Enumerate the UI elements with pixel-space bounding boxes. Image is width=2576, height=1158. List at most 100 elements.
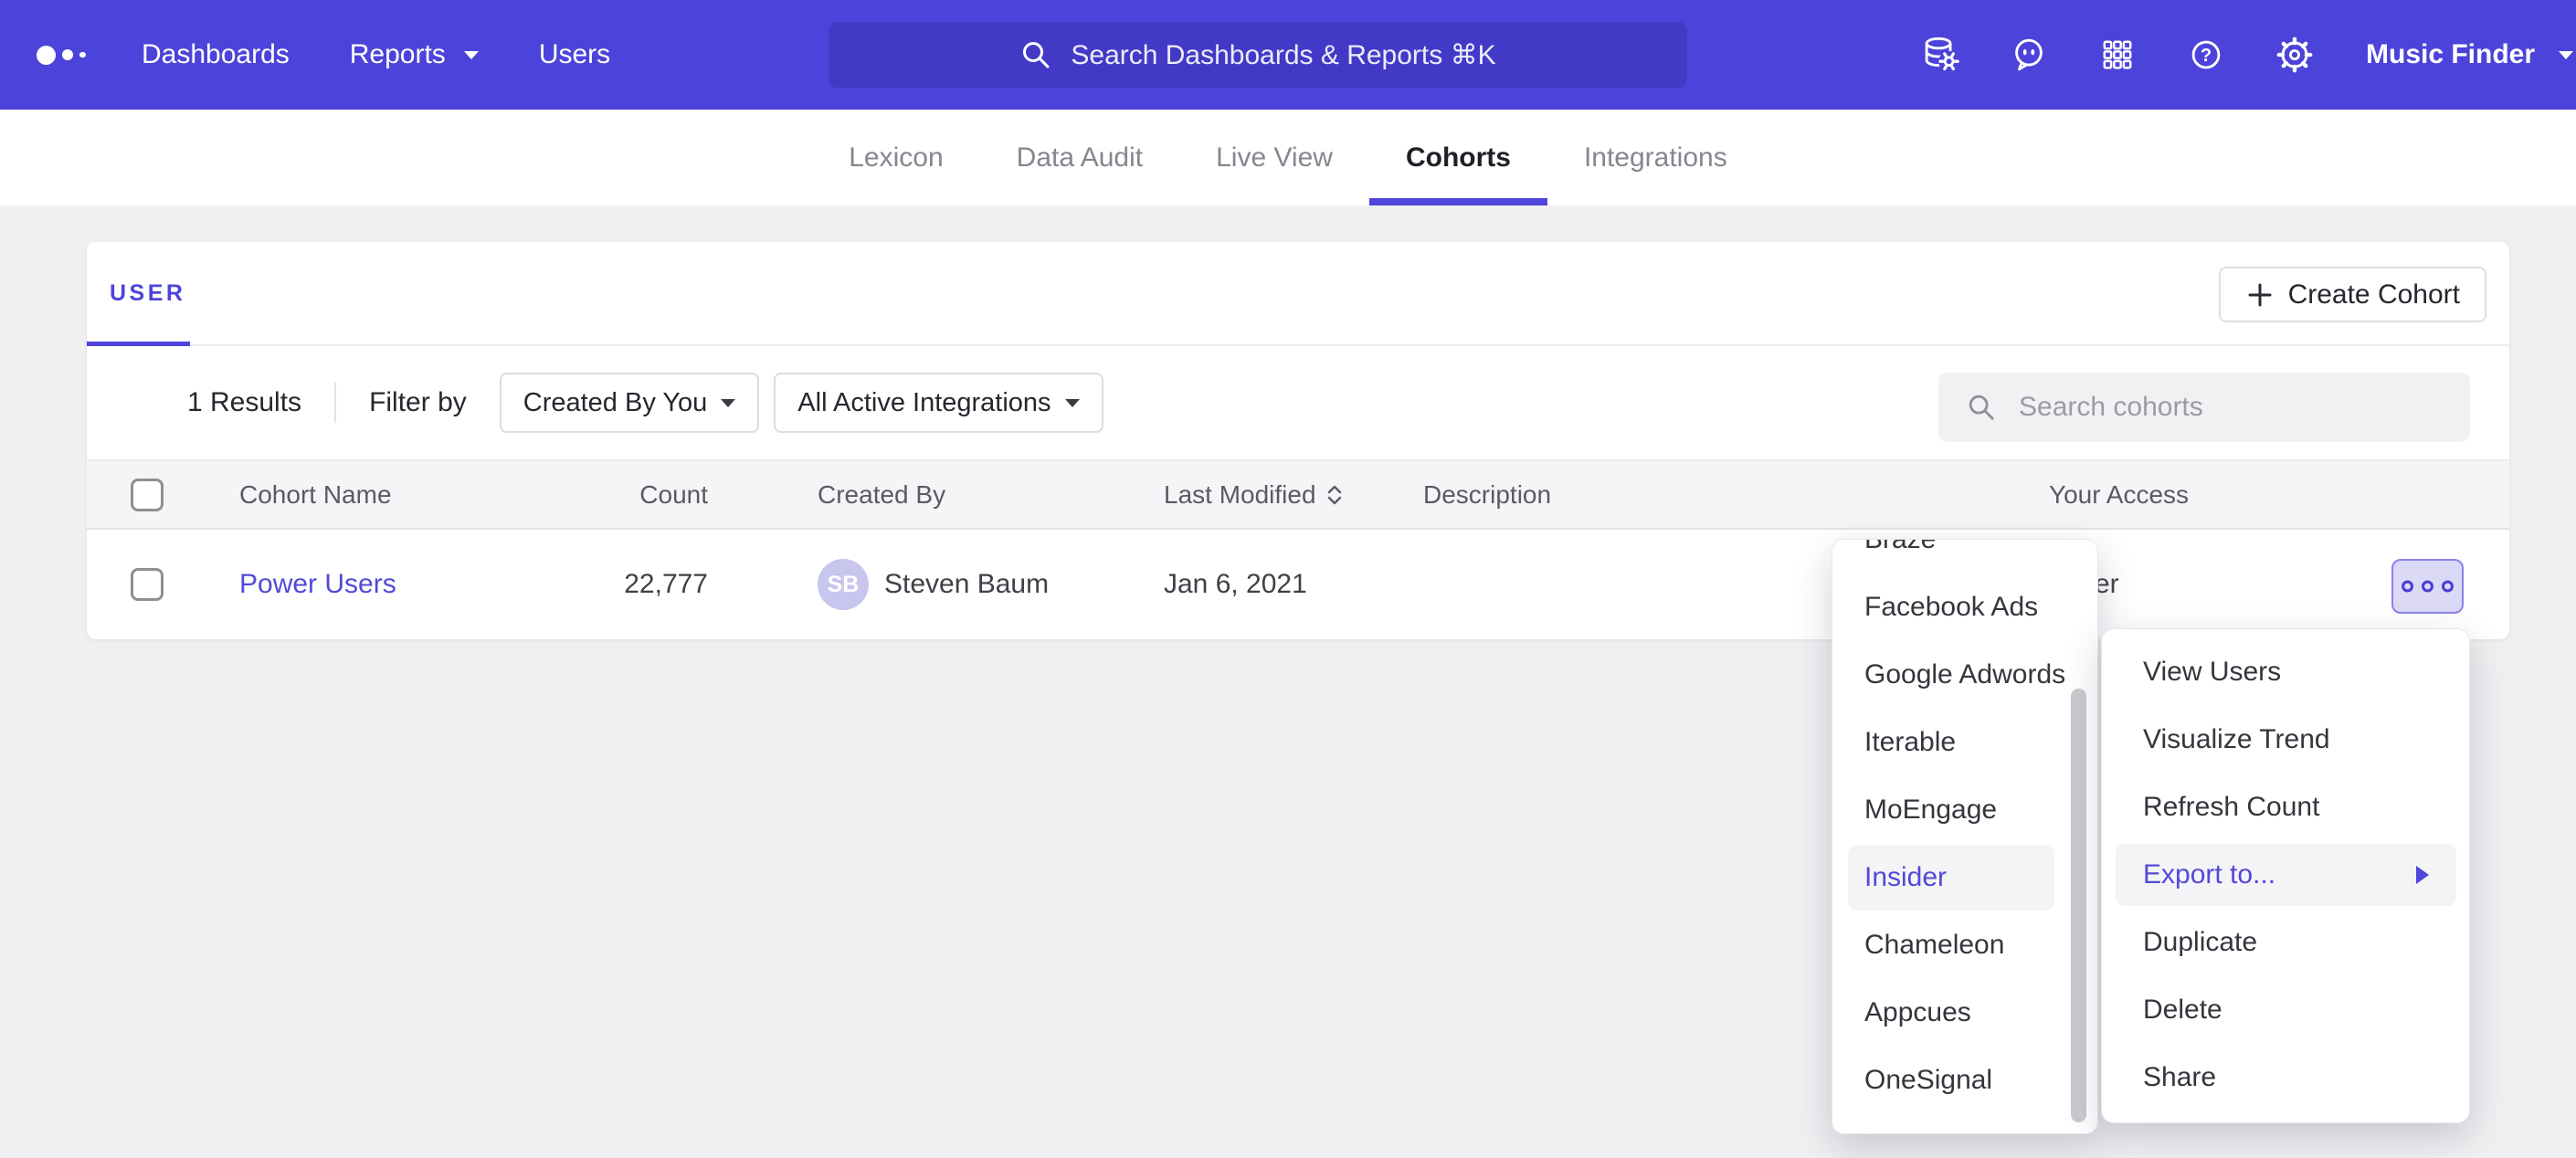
submenu-item-onesignal[interactable]: OneSignal	[1832, 1047, 2097, 1114]
tab-cohorts-label: Cohorts	[1406, 142, 1511, 174]
creator-name: Steven Baum	[884, 569, 1049, 600]
table-row: Power Users 22,777 SB Steven Baum Jan 6,…	[87, 530, 2509, 639]
created-by-filter-label: Created By You	[523, 388, 708, 418]
help-button[interactable]: ?	[2184, 33, 2228, 77]
project-switcher[interactable]: Music Finder	[2366, 0, 2573, 110]
apps-button[interactable]	[2096, 33, 2139, 77]
database-gear-icon	[1919, 34, 1961, 76]
nav-reports[interactable]: Reports	[350, 39, 479, 70]
submenu-item-iterable[interactable]: Iterable	[1832, 709, 2097, 776]
last-modified-cell: Jan 6, 2021	[1164, 530, 1307, 639]
global-search-input[interactable]: Search Dashboards & Reports ⌘K	[829, 22, 1687, 88]
tab-lexicon[interactable]: Lexicon	[812, 110, 979, 205]
nav-dashboards[interactable]: Dashboards	[142, 39, 290, 70]
table-header: Cohort Name Count Created By Last Modifi…	[87, 461, 2509, 530]
tab-user-cohorts[interactable]: USER	[87, 242, 185, 344]
menu-item-export-to[interactable]: Export to...	[2102, 841, 2469, 909]
column-last-modified-label: Last Modified	[1164, 480, 1316, 510]
tab-user-label: USER	[110, 280, 185, 307]
logo-dot-large	[37, 46, 56, 65]
top-navbar: Dashboards Reports Users Search Dashboar…	[0, 0, 2576, 110]
filter-toolbar: 1 Results Filter by Created By You All A…	[87, 346, 2509, 461]
tab-integrations[interactable]: Integrations	[1547, 110, 1764, 205]
primary-nav: Dashboards Reports Users	[142, 0, 610, 110]
nav-reports-label: Reports	[350, 39, 446, 70]
submenu-item-chameleon[interactable]: Chameleon	[1832, 911, 2097, 979]
logo-dot-small	[79, 52, 86, 58]
avatar: SB	[818, 559, 869, 610]
app-window: Dashboards Reports Users Search Dashboar…	[0, 0, 2576, 1158]
menu-item-view-users[interactable]: View Users	[2102, 638, 2469, 706]
export-destinations-menu: Braze Facebook Ads Google Adwords Iterab…	[1832, 539, 2098, 1134]
cohort-type-header: USER Create Cohort	[87, 242, 2509, 346]
menu-item-export-to-label: Export to...	[2143, 859, 2275, 890]
nav-users[interactable]: Users	[539, 39, 610, 70]
navbar-icon-group: ?	[1918, 0, 2317, 110]
chevron-down-icon	[721, 399, 735, 407]
plus-icon	[2245, 280, 2275, 310]
submenu-item-braze[interactable]: Braze	[1832, 539, 2097, 574]
column-description[interactable]: Description	[1423, 461, 1551, 528]
column-created-by[interactable]: Created By	[818, 461, 945, 528]
submenu-scrollbar-thumb[interactable]	[2071, 689, 2086, 1122]
tab-live-view[interactable]: Live View	[1179, 110, 1369, 205]
column-count[interactable]: Count	[489, 461, 708, 528]
create-cohort-button[interactable]: Create Cohort	[2219, 267, 2486, 322]
global-search-placeholder: Search Dashboards & Reports ⌘K	[1071, 39, 1495, 71]
active-tab-underline	[1369, 198, 1547, 205]
column-your-access[interactable]: Your Access	[2049, 461, 2189, 528]
search-icon	[1966, 392, 1997, 423]
column-last-modified[interactable]: Last Modified	[1164, 461, 1344, 528]
submenu-item-insider[interactable]: Insider	[1832, 844, 2097, 911]
row-actions-button[interactable]	[2391, 559, 2464, 614]
sort-icon	[1325, 482, 1344, 508]
divider	[334, 383, 336, 423]
submenu-item-insider-highlight: Insider	[1848, 845, 2054, 911]
submenu-item-google-adwords[interactable]: Google Adwords	[1832, 641, 2097, 709]
chevron-down-icon	[464, 51, 479, 59]
cohort-search-input[interactable]	[2017, 391, 2419, 424]
submenu-item-moengage[interactable]: MoEngage	[1832, 776, 2097, 844]
menu-item-refresh-count[interactable]: Refresh Count	[2102, 774, 2469, 841]
tab-data-audit[interactable]: Data Audit	[980, 110, 1179, 205]
your-access-value: er	[2095, 530, 2119, 639]
search-icon	[1019, 38, 1052, 71]
menu-item-delete[interactable]: Delete	[2102, 976, 2469, 1044]
cohort-search-box	[1938, 373, 2470, 442]
tab-cohorts[interactable]: Cohorts	[1369, 110, 1547, 205]
integrations-filter-dropdown[interactable]: All Active Integrations	[774, 373, 1103, 433]
filter-controls: 1 Results Filter by Created By You All A…	[187, 346, 1103, 459]
settings-button[interactable]	[2273, 33, 2317, 77]
feedback-chat-icon	[2008, 34, 2050, 76]
column-cohort-name[interactable]: Cohort Name	[239, 461, 392, 528]
submenu-arrow-icon	[2416, 866, 2429, 884]
feedback-button[interactable]	[2007, 33, 2051, 77]
results-count: 1 Results	[187, 387, 301, 418]
submenu-item-appcues[interactable]: Appcues	[1832, 979, 2097, 1047]
cohort-name-link[interactable]: Power Users	[239, 569, 396, 600]
created-by-cell: SB Steven Baum	[818, 530, 1049, 639]
section-tabs: Lexicon Data Audit Live View Cohorts Int…	[0, 110, 2576, 205]
help-glyph: ?	[2201, 46, 2212, 66]
create-cohort-label: Create Cohort	[2288, 279, 2460, 311]
logo-dot-medium	[62, 49, 73, 60]
menu-item-visualize-trend[interactable]: Visualize Trend	[2102, 706, 2469, 774]
project-name: Music Finder	[2366, 39, 2535, 70]
help-icon: ?	[2185, 34, 2227, 76]
data-management-button[interactable]	[1918, 33, 1962, 77]
menu-item-share[interactable]: Share	[2102, 1044, 2469, 1111]
submenu-item-facebook-ads[interactable]: Facebook Ads	[1832, 574, 2097, 641]
filter-by-label: Filter by	[369, 387, 467, 418]
chevron-down-icon	[2559, 51, 2573, 59]
select-all-checkbox[interactable]	[131, 479, 164, 511]
apps-grid-icon	[2097, 35, 2138, 75]
row-checkbox[interactable]	[131, 568, 164, 601]
cohorts-card: USER Create Cohort 1 Results Filter by C…	[87, 242, 2509, 639]
chevron-down-icon	[1065, 399, 1080, 407]
menu-item-duplicate[interactable]: Duplicate	[2102, 909, 2469, 976]
settings-gear-icon	[2274, 34, 2316, 76]
created-by-filter-dropdown[interactable]: Created By You	[500, 373, 760, 433]
cohort-count: 22,777	[489, 530, 708, 639]
mixpanel-logo[interactable]	[37, 0, 86, 110]
cohort-actions-menu: View Users Visualize Trend Refresh Count…	[2101, 628, 2470, 1123]
